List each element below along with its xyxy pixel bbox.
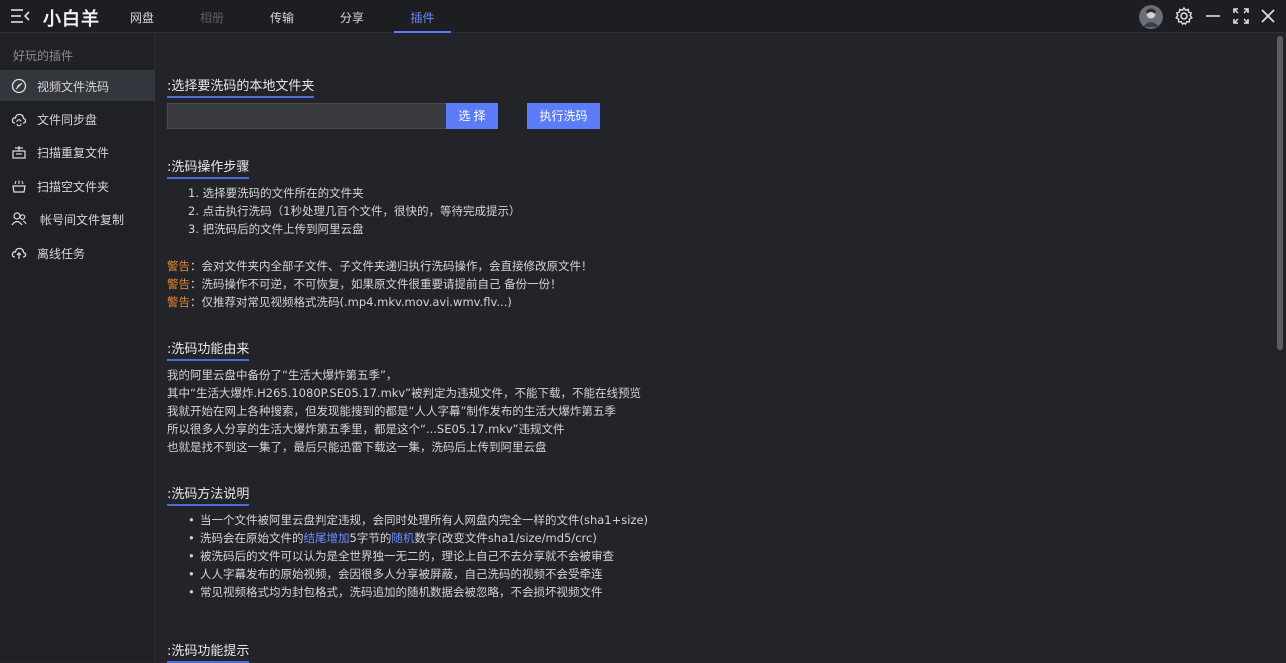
tab-album: 相册 (199, 11, 224, 25)
sidebar-title: 好玩的插件 (13, 49, 74, 63)
sidebar-item-scan-duplicate[interactable]: 扫描重复文件 (0, 136, 155, 167)
scrollbar-thumb[interactable] (1277, 36, 1283, 350)
text-line: 其中“生活大爆炸.H265.1080P.SE05.17.mkv”被判定为违规文件… (167, 386, 641, 400)
sidebar-item-account-copy[interactable]: 帐号间文件复制 (0, 203, 155, 234)
scan-duplicate-icon (12, 146, 26, 159)
avatar[interactable] (1139, 5, 1163, 29)
cloud-upload-icon (11, 247, 27, 259)
close-icon[interactable] (1258, 6, 1278, 26)
origin-paragraph: 我的阿里云盘中备份了“生活大爆炸第五季”， 其中“生活大爆炸.H265.1080… (167, 366, 641, 456)
tab-share[interactable]: 分享 (339, 9, 365, 33)
list-item: 2. 点击执行洗码（1秒处理几百个文件，很快的，等待完成提示） (188, 204, 521, 218)
section-title-steps: :洗码操作步骤 (167, 156, 250, 179)
app-brand: 小白羊 (43, 9, 100, 30)
sidebar: 好玩的插件 视频文件洗码 文件同步盘 扫描重复文件 扫描空文件夹 帐号间文件复制… (0, 34, 155, 661)
video-wash-icon (11, 78, 27, 94)
sidebar-item-file-sync[interactable]: 文件同步盘 (0, 103, 155, 134)
sidebar-item-label: 扫描空文件夹 (37, 180, 110, 194)
plugin-content: :选择要洗码的本地文件夹 选 择 执行洗码 :洗码操作步骤 1. 选择要洗码的文… (155, 34, 1272, 663)
section-title-tips: :洗码功能提示 (167, 640, 250, 663)
menu-icon[interactable] (9, 6, 31, 26)
sidebar-item-label: 帐号间文件复制 (40, 213, 125, 227)
text-line: 我的阿里云盘中备份了“生活大爆炸第五季”， (167, 368, 398, 382)
section-title-select-folder: :选择要洗码的本地文件夹 (167, 75, 315, 98)
highlight-append-end: 结尾增加 (303, 531, 350, 545)
select-folder-button[interactable]: 选 择 (446, 103, 498, 129)
maximize-icon[interactable] (1231, 6, 1251, 26)
sidebar-item-video-wash[interactable]: 视频文件洗码 (0, 70, 155, 101)
sidebar-item-label: 离线任务 (37, 247, 86, 261)
text-line: 所以很多人分享的生活大爆炸第五季里，都是这个“...SE05.17.mkv”违规… (167, 422, 565, 436)
list-item: 人人字幕发布的原始视频，会因很多人分享被屏蔽，自己洗码的视频不会受牵连 (188, 565, 648, 583)
list-item: 被洗码后的文件可以认为是全世界独一无二的，理论上自己不去分享就不会被审查 (188, 547, 648, 565)
section-title-origin: :洗码功能由来 (167, 338, 250, 361)
run-wash-button[interactable]: 执行洗码 (527, 103, 600, 129)
settings-icon[interactable] (1174, 6, 1194, 26)
method-list: 当一个文件被阿里云盘判定违规，会同时处理所有人网盘内完全一样的文件(sha1+s… (188, 511, 648, 601)
tab-netdisk[interactable]: 网盘 (129, 9, 155, 33)
warning-line: 警告：仅推荐对常见视频格式洗码(.mp4.mkv.mov.avi.wmv.flv… (167, 295, 512, 309)
scan-empty-folder-icon (12, 180, 26, 193)
top-bar: 小白羊 网盘 相册 传输 分享 插件 (0, 0, 1286, 33)
sidebar-item-label: 视频文件洗码 (37, 80, 110, 94)
warning-tag: 警告 (167, 259, 190, 273)
text-line: 也就是找不到这一集了，最后只能迅雷下载这一集，洗码后上传到阿里云盘 (167, 440, 547, 454)
folder-path-input[interactable] (167, 103, 447, 129)
warning-line: 警告：洗码操作不可逆，不可恢复，如果原文件很重要请提前自己 备份一份！ (167, 277, 562, 291)
warning-line: 警告：会对文件夹内全部子文件、子文件夹递归执行洗码操作，会直接修改原文件！ (167, 259, 593, 273)
sidebar-item-scan-empty-folder[interactable]: 扫描空文件夹 (0, 170, 155, 201)
list-item: 常见视频格式均为封包格式，洗码追加的随机数据会被忽略，不会损坏视频文件 (188, 583, 648, 601)
sidebar-item-offline-tasks[interactable]: 离线任务 (0, 237, 155, 268)
tab-plugins[interactable]: 插件 (394, 9, 451, 33)
sidebar-item-label: 扫描重复文件 (37, 146, 110, 160)
tab-transfer[interactable]: 传输 (269, 9, 295, 33)
sidebar-item-label: 文件同步盘 (37, 113, 98, 127)
warning-tag: 警告 (167, 295, 190, 309)
account-copy-icon (11, 212, 27, 226)
cloud-sync-icon (11, 113, 27, 127)
steps-list: 1. 选择要洗码的文件所在的文件夹 2. 点击执行洗码（1秒处理几百个文件，很快… (188, 184, 520, 238)
warning-tag: 警告 (167, 277, 190, 291)
list-item: 当一个文件被阿里云盘判定违规，会同时处理所有人网盘内完全一样的文件(sha1+s… (188, 511, 648, 529)
minimize-icon[interactable] (1203, 6, 1223, 26)
list-item: 1. 选择要洗码的文件所在的文件夹 (188, 186, 364, 200)
text-line: 我就开始在网上各种搜索，但发现能搜到的都是“人人字幕”制作发布的生活大爆炸第五季 (167, 404, 616, 418)
warnings: 警告：会对文件夹内全部子文件、子文件夹递归执行洗码操作，会直接修改原文件！ 警告… (167, 257, 593, 311)
list-item: 3. 把洗码后的文件上传到阿里云盘 (188, 222, 364, 236)
section-title-method: :洗码方法说明 (167, 483, 250, 506)
highlight-random: 随机 (391, 531, 415, 545)
list-item: 洗码会在原始文件的结尾增加5字节的随机数字(改变文件sha1/size/md5/… (188, 529, 648, 547)
